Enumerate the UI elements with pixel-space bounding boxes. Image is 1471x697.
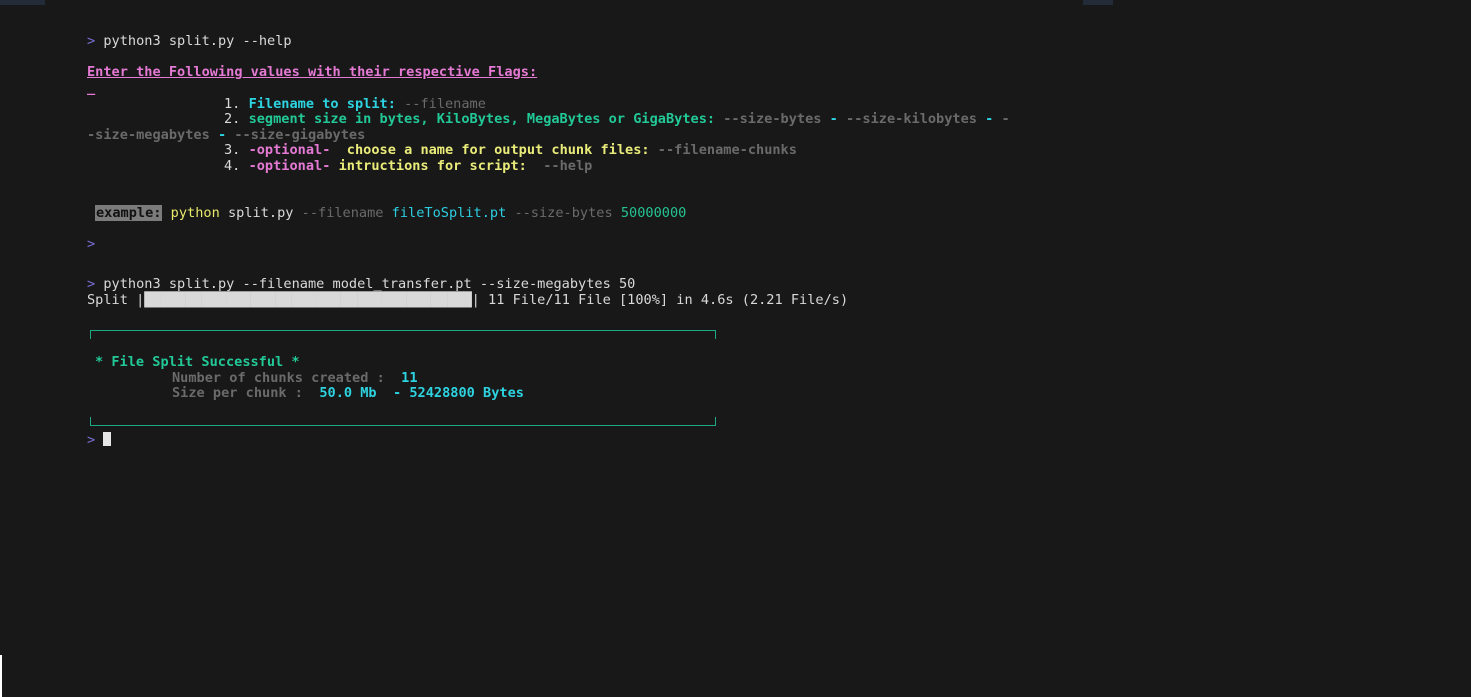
separator-dash: - xyxy=(985,111,994,127)
help-item-2: 2. segment size in bytes, KiloBytes, Meg… xyxy=(224,111,1010,127)
example-flag-size: --size-bytes xyxy=(514,205,613,221)
command-line-help: > python3 split.py --help xyxy=(87,33,292,49)
prompt-chevron-icon: > xyxy=(87,276,96,292)
size-value: 50.0 Mb - 52428800 Bytes xyxy=(319,385,524,401)
result-title: * File Split Successful * xyxy=(95,354,300,370)
example-script: split.py xyxy=(227,205,294,221)
chunks-label: Number of chunks created : xyxy=(172,370,385,386)
text-cursor[interactable] xyxy=(103,432,112,446)
example-python: python xyxy=(170,205,220,221)
progress-bar: ████████████████████████████████████████ xyxy=(144,292,472,308)
result-box-top xyxy=(90,330,716,339)
prompt-chevron-icon: > xyxy=(87,33,96,49)
command-line-split: > python3 split.py --filename model_tran… xyxy=(87,276,635,292)
flag-size-megabytes: -size-megabytes xyxy=(87,127,210,143)
flag-wrap-dash: - xyxy=(1001,111,1010,127)
example-flag-filename: --filename xyxy=(301,205,384,221)
help-title-line: Enter the Following values with their re… xyxy=(87,64,537,80)
progress-bar-end: | xyxy=(471,292,480,308)
help-item-1: 1. Filename to split: --filename xyxy=(224,96,486,112)
help-item-4: 4. -optional- intructions for script: --… xyxy=(224,158,592,174)
item-number: 3. xyxy=(224,142,241,158)
flag-size-bytes: --size-bytes xyxy=(723,111,822,127)
item-description: segment size in bytes, KiloBytes, MegaBy… xyxy=(248,111,716,127)
example-badge: example: xyxy=(95,205,163,221)
progress-label: Split xyxy=(87,292,128,308)
separator-dash: - xyxy=(829,111,838,127)
terminal-output[interactable]: > python3 split.py --help Enter the Foll… xyxy=(0,0,1471,697)
size-label: Size per chunk : xyxy=(172,385,303,401)
item-description: Filename to split: xyxy=(248,96,396,112)
prompt-chevron-icon: > xyxy=(87,236,96,252)
result-chunks-line: Number of chunks created : 11 xyxy=(172,370,418,386)
command-text: python3 split.py --help xyxy=(103,33,292,49)
command-text: python3 split.py --filename model_transf… xyxy=(103,276,636,292)
optional-tag: -optional- xyxy=(248,158,331,174)
result-box-bottom xyxy=(90,417,716,426)
flag-filename: --filename xyxy=(404,96,486,112)
prompt-chevron-icon: > xyxy=(87,432,96,448)
help-item-3: 3. -optional- choose a name for output c… xyxy=(224,142,797,158)
item-description: choose a name for output chunk files: xyxy=(346,142,650,158)
optional-tag: -optional- xyxy=(248,142,331,158)
result-title-line: * File Split Successful * xyxy=(95,354,300,370)
item-number: 2. xyxy=(224,111,241,127)
example-file-value: fileToSplit.pt xyxy=(391,205,507,221)
example-size-value: 50000000 xyxy=(620,205,687,221)
result-size-line: Size per chunk : 50.0 Mb - 52428800 Byte… xyxy=(172,385,524,401)
help-underscore: _ xyxy=(87,80,96,96)
empty-prompt-line: > xyxy=(87,236,95,252)
flag-help: --help xyxy=(543,158,593,174)
flag-size-gigabytes: --size-gigabytes xyxy=(234,127,366,143)
flag-filename-chunks: --filename-chunks xyxy=(657,142,797,158)
active-prompt-line[interactable]: > xyxy=(87,432,112,448)
progress-line: Split |█████████████████████████████████… xyxy=(87,292,848,308)
item-number: 1. xyxy=(224,96,241,112)
item-description: intructions for script: xyxy=(338,158,527,174)
progress-stats: 11 File/11 File [100%] in 4.6s (2.21 Fil… xyxy=(488,292,849,308)
help-title: Enter the Following values with their re… xyxy=(87,64,538,80)
help-item-2-wrap: -size-megabytes - --size-gigabytes xyxy=(87,127,365,143)
example-line: example: python split.py --filename file… xyxy=(95,205,686,221)
chunks-value: 11 xyxy=(401,370,418,386)
item-number: 4. xyxy=(224,158,241,174)
help-underscore-line: _ xyxy=(87,80,95,96)
separator-dash: - xyxy=(217,127,227,143)
flag-size-kilobytes: --size-kilobytes xyxy=(846,111,977,127)
